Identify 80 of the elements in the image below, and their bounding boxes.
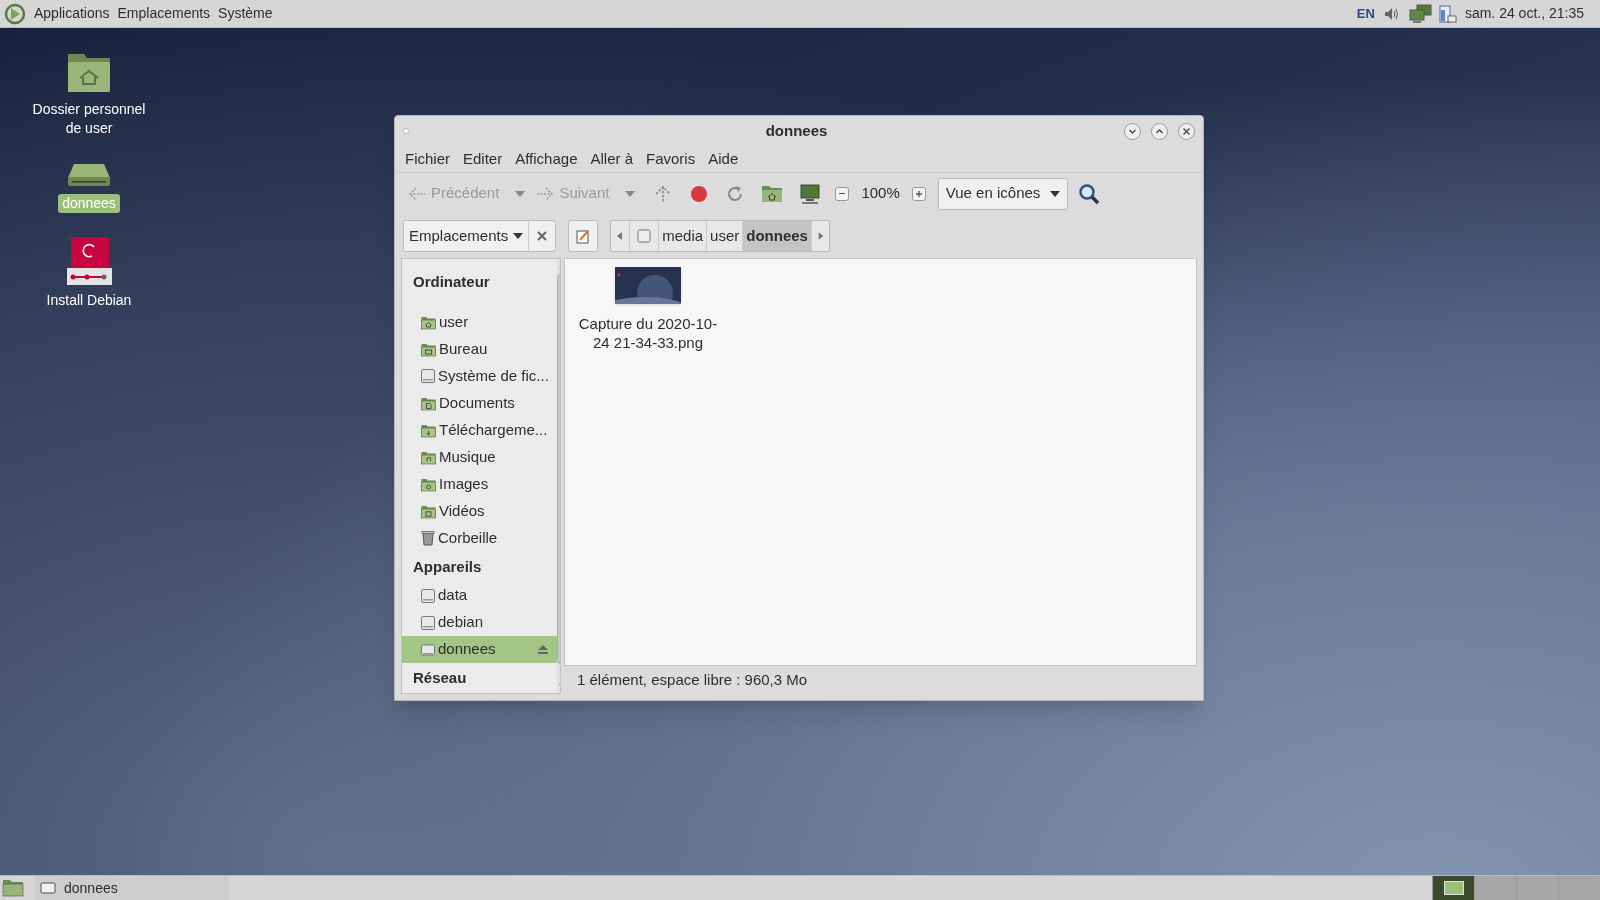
sidebar-item[interactable]: Téléchargeme... [402, 416, 557, 444]
zoom-out-button[interactable] [835, 186, 850, 201]
pictures-icon [420, 476, 437, 492]
home-folder-icon[interactable] [761, 183, 784, 204]
workspace-switcher-cell[interactable] [1474, 876, 1516, 900]
view-mode-dropdown[interactable]: Vue en icônes [937, 177, 1069, 210]
zoom-in-button[interactable] [911, 186, 926, 201]
sidebar-heading: Appareils [412, 556, 483, 577]
menu-item[interactable]: Editer [463, 147, 503, 171]
sidebar-item[interactable]: Vidéos [402, 497, 557, 525]
trash-icon [420, 530, 436, 546]
file-name[interactable]: Capture du 2020-10-24 21-34-33.png [578, 314, 718, 352]
close-button[interactable] [1178, 122, 1195, 140]
clock[interactable]: sam. 24 oct., 21:35 [1464, 3, 1584, 24]
location-selector[interactable]: Emplacements [403, 220, 557, 252]
panel-menu[interactable]: Applications [34, 3, 110, 24]
sidebar-item[interactable]: debian [402, 609, 557, 636]
window-icon [40, 881, 56, 895]
network-icon[interactable] [1408, 3, 1433, 24]
sidebar-item[interactable]: Bureau [402, 335, 557, 363]
sidebar-item[interactable]: data [402, 582, 557, 609]
desktop-icon-label[interactable]: Dossier personnel de user [20, 100, 158, 138]
battery-icon[interactable] [1436, 2, 1457, 25]
search-icon[interactable] [1078, 182, 1101, 205]
documents-icon [420, 395, 437, 411]
home-icon [420, 314, 437, 330]
sidebar-item[interactable]: donnees [402, 636, 557, 663]
workspace-switcher-cell[interactable] [1432, 876, 1474, 900]
maximize-button[interactable] [1151, 122, 1168, 140]
sidebar-item[interactable]: Documents [402, 389, 557, 417]
sidebar-heading: Réseau [412, 668, 468, 688]
installer-icon[interactable] [66, 237, 112, 285]
panel-menu[interactable]: Emplacements [117, 3, 211, 24]
desktop-icon [420, 341, 437, 357]
panel-menu[interactable]: Système [218, 3, 273, 24]
caret-icon [1050, 190, 1061, 197]
keyboard-layout[interactable]: EN [1356, 3, 1375, 24]
sidebar-heading: Ordinateur [412, 272, 491, 292]
show-desktop-icon[interactable] [2, 878, 24, 898]
desktop-icon-label[interactable]: Install Debian [42, 291, 136, 310]
menu-logo-icon [4, 2, 26, 25]
sidebar-item[interactable]: Système de fic... [402, 362, 557, 390]
computer-icon[interactable] [799, 182, 822, 205]
edit-path-button[interactable] [568, 220, 599, 252]
sidebar-item[interactable]: Musique [402, 443, 557, 471]
music-icon [420, 449, 437, 465]
close-icon [1182, 126, 1191, 136]
dropdown-caret-icon[interactable] [625, 190, 636, 197]
workspace-switcher-cell[interactable] [1558, 876, 1600, 900]
taskbar-button[interactable]: donnees [34, 876, 229, 900]
window-title: donnees [765, 120, 828, 141]
download-icon [420, 422, 437, 438]
eject-icon[interactable] [536, 644, 549, 655]
path-segment[interactable]: donnees [742, 221, 811, 251]
plus-icon [914, 189, 923, 198]
menu-item[interactable]: Fichier [405, 147, 450, 171]
volume-icon [420, 641, 436, 658]
zoom-level: 100% [861, 183, 900, 204]
menu-item[interactable]: Favoris [646, 147, 696, 171]
minimize-button[interactable] [1124, 122, 1141, 140]
dropdown-caret-icon[interactable] [515, 190, 526, 197]
drive-icon[interactable] [66, 162, 112, 188]
chevron-up-icon [1155, 126, 1164, 136]
menu-item[interactable]: Affichage [515, 147, 578, 171]
sidebar-item[interactable]: Corbeille [402, 524, 557, 552]
forward-arrow-icon [535, 185, 556, 202]
sidebar-item[interactable]: Images [402, 470, 557, 498]
edit-icon [575, 228, 592, 244]
stop-icon[interactable] [689, 183, 710, 204]
menu-item[interactable]: Aide [708, 147, 739, 171]
caret-icon [513, 233, 524, 239]
status-text: 1 élément, espace libre : 960,3 Mo [577, 669, 808, 690]
home-folder-icon[interactable] [66, 52, 112, 94]
path-segment[interactable]: media [658, 221, 707, 251]
back-arrow-icon [407, 185, 427, 202]
videos-icon [420, 503, 437, 519]
menu-item[interactable]: Aller à [590, 147, 633, 171]
workspace-switcher-cell[interactable] [1516, 876, 1558, 900]
sidebar-item[interactable]: user [402, 308, 557, 336]
location-dropdown[interactable]: Emplacements [404, 224, 529, 248]
